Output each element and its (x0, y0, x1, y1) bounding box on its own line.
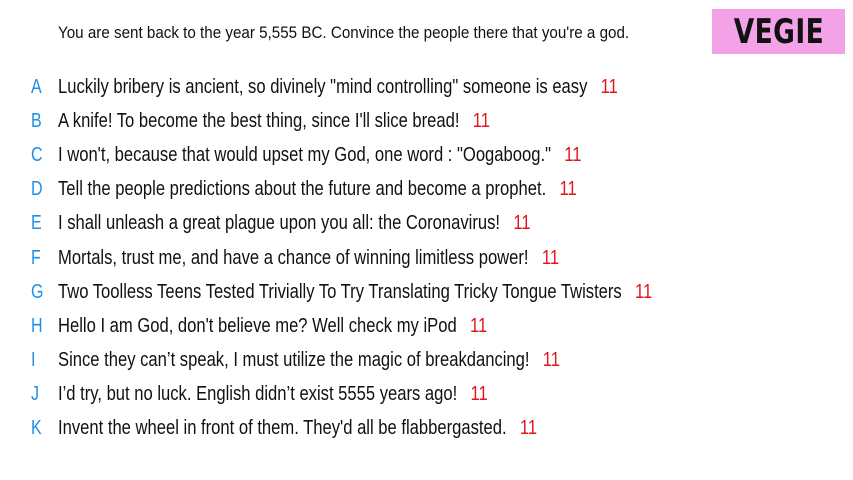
answer-text: Invent the wheel in front of them. They'… (58, 417, 507, 440)
answer-letter: I (31, 349, 36, 372)
answer-body: Mortals, trust me, and have a chance of … (58, 247, 559, 270)
answer-body: Since they can’t speak, I must utilize t… (58, 349, 560, 372)
answer-score: 11 (519, 417, 538, 440)
answer-row-b[interactable]: B A knife! To become the best thing, sin… (0, 104, 853, 138)
answer-row-a[interactable]: A Luckily bribery is ancient, so divinel… (0, 70, 853, 104)
answer-text: Tell the people predictions about the fu… (58, 178, 547, 201)
answer-row-e[interactable]: E I shall unleash a great plague upon yo… (0, 207, 853, 241)
prompt-text: You are sent back to the year 5,555 BC. … (58, 24, 630, 42)
answer-score: 11 (472, 109, 491, 132)
answer-letter: D (31, 178, 43, 201)
answer-letter: B (31, 109, 42, 132)
answer-letter: G (31, 280, 44, 303)
answer-score: 11 (564, 143, 582, 166)
answer-row-d[interactable]: D Tell the people predictions about the … (0, 173, 853, 207)
answer-body: Two Toolless Teens Tested Trivially To T… (58, 281, 652, 304)
answer-score: 11 (470, 383, 488, 406)
answer-list: A Luckily bribery is ancient, so divinel… (0, 70, 853, 446)
answer-text: Luckily bribery is ancient, so divinely … (58, 75, 588, 98)
answer-body: Tell the people predictions about the fu… (58, 178, 577, 201)
answer-letter: E (31, 212, 42, 235)
answer-score: 11 (559, 178, 577, 201)
answer-row-f[interactable]: F Mortals, trust me, and have a chance o… (0, 241, 853, 275)
answer-body: I won't, because that would upset my God… (58, 144, 581, 167)
answer-row-h[interactable]: H Hello I am God, don't believe me? Well… (0, 309, 853, 343)
answer-score: 11 (541, 246, 560, 269)
answer-letter: F (31, 246, 41, 269)
answer-score: 11 (542, 349, 561, 372)
answer-row-j[interactable]: J I’d try, but no luck. English didn’t e… (0, 378, 853, 412)
player-name: VEGIE (733, 11, 824, 52)
answer-body: Luckily bribery is ancient, so divinely … (58, 76, 618, 99)
answer-score: 11 (600, 75, 618, 98)
answer-letter: J (31, 383, 39, 406)
answer-text: Two Toolless Teens Tested Trivially To T… (58, 280, 622, 303)
answer-letter: H (31, 314, 43, 337)
answer-text: Since they can’t speak, I must utilize t… (58, 349, 530, 372)
answer-text: Hello I am God, don't believe me? Well c… (58, 314, 457, 337)
player-name-badge: VEGIE (712, 9, 845, 54)
answer-row-c[interactable]: C I won't, because that would upset my G… (0, 138, 853, 172)
answer-body: I shall unleash a great plague upon you … (58, 212, 531, 235)
answer-body: I’d try, but no luck. English didn’t exi… (58, 383, 488, 406)
answer-letter: C (31, 143, 43, 166)
answer-text: A knife! To become the best thing, since… (58, 109, 460, 132)
answer-row-k[interactable]: K Invent the wheel in front of them. The… (0, 412, 853, 446)
answer-score: 11 (635, 280, 653, 303)
answer-row-i[interactable]: I Since they can’t speak, I must utilize… (0, 344, 853, 378)
answer-text: Mortals, trust me, and have a chance of … (58, 246, 529, 269)
answer-body: A knife! To become the best thing, since… (58, 110, 490, 133)
answer-letter: A (31, 75, 42, 98)
answer-text: I’d try, but no luck. English didn’t exi… (58, 383, 458, 406)
answer-score: 11 (469, 314, 488, 337)
answer-score: 11 (513, 212, 531, 235)
answer-letter: K (31, 417, 42, 440)
answer-text: I shall unleash a great plague upon you … (58, 212, 501, 235)
answer-body: Hello I am God, don't believe me? Well c… (58, 315, 487, 338)
answer-row-g[interactable]: G Two Toolless Teens Tested Trivially To… (0, 275, 853, 309)
answer-body: Invent the wheel in front of them. They'… (58, 417, 537, 440)
answer-text: I won't, because that would upset my God… (58, 143, 551, 166)
